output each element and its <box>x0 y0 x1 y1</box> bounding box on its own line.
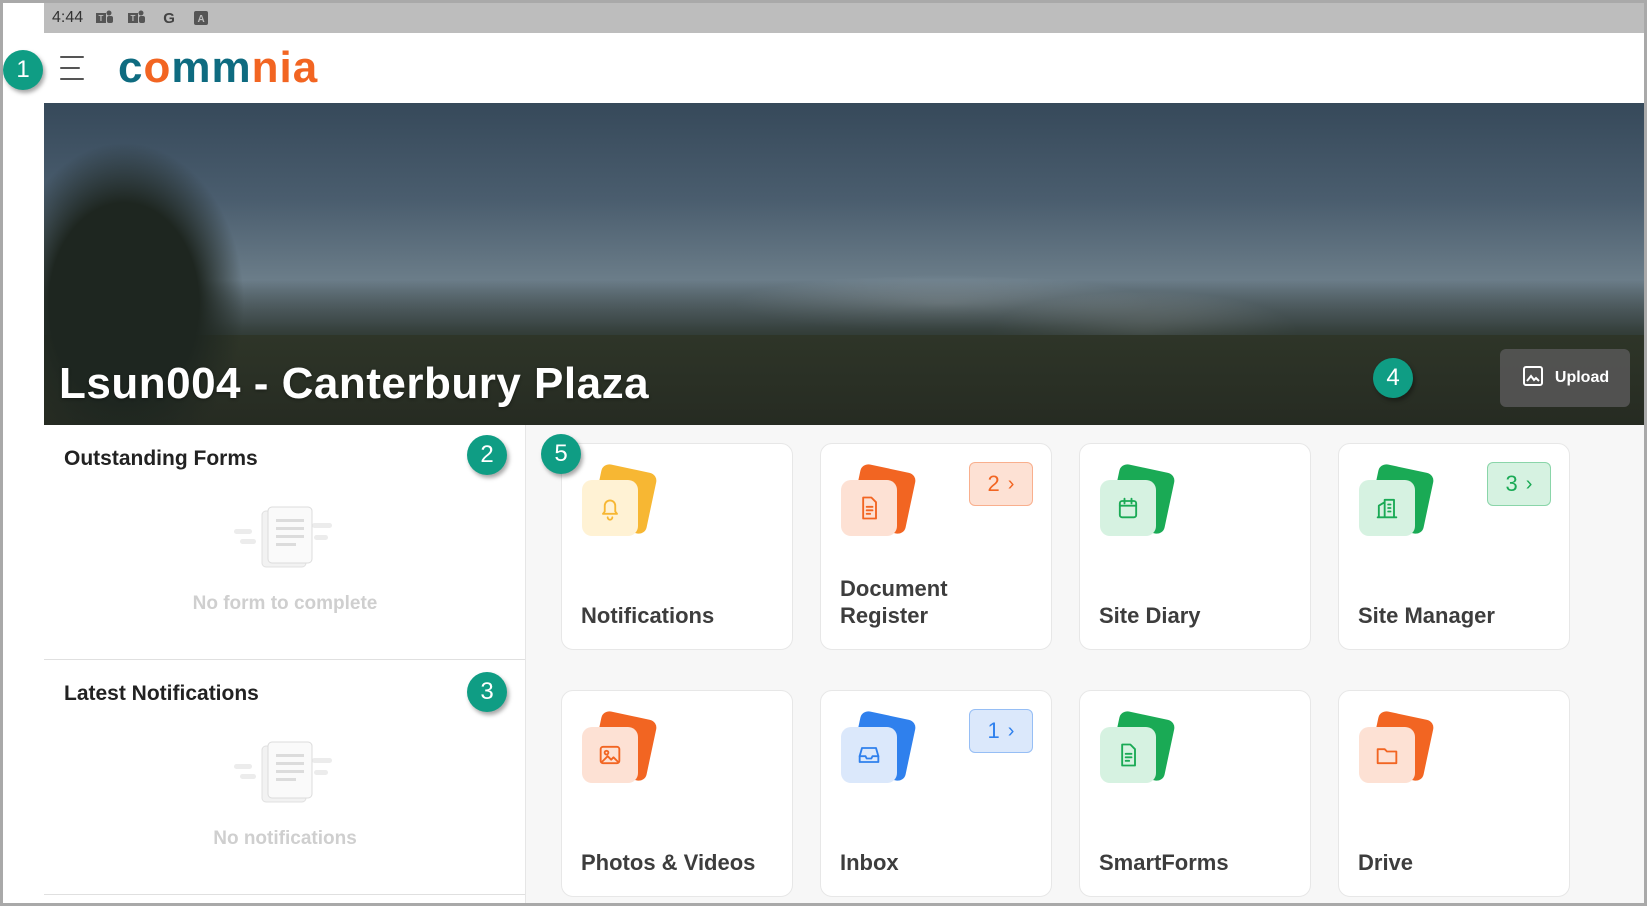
badge-count: 1 <box>987 718 1000 743</box>
callout-5: 5 <box>541 434 581 474</box>
project-title: Lsun004 - Canterbury Plaza <box>59 359 650 408</box>
a-box-icon: A <box>191 9 211 27</box>
document-icon <box>839 462 917 540</box>
latest-notifications-empty-text: No notifications <box>213 828 357 849</box>
outstanding-forms-section: Outstanding Forms No form to complete <box>44 425 525 660</box>
svg-text:T: T <box>131 14 136 23</box>
chevron-right-icon: › <box>1525 472 1533 495</box>
svg-text:T: T <box>99 14 104 23</box>
module-label: SmartForms <box>1099 849 1229 875</box>
module-tile-site-diary[interactable]: Site Diary <box>1079 443 1311 650</box>
badge-count: 3 <box>1505 471 1518 496</box>
module-label: Inbox <box>840 849 899 875</box>
commnia-logo[interactable]: commnia <box>118 46 318 90</box>
module-label: Site Manager <box>1358 602 1495 628</box>
upload-button[interactable]: Upload <box>1500 349 1630 407</box>
module-label: Site Diary <box>1099 602 1201 628</box>
outstanding-forms-title: Outstanding Forms <box>64 447 258 470</box>
status-bar: 4:44 T T G A <box>44 3 1644 33</box>
badge-count: 2 <box>987 471 1000 496</box>
bell-icon <box>580 462 658 540</box>
hamburger-menu-icon[interactable] <box>60 56 90 80</box>
callout-4: 4 <box>1373 358 1413 398</box>
folder-icon <box>1357 709 1435 787</box>
module-label: Document Register <box>840 576 948 628</box>
module-tile-notifications[interactable]: Notifications <box>561 443 793 650</box>
icon-face <box>1100 727 1156 783</box>
empty-document-icon <box>234 505 334 569</box>
module-tile-inbox[interactable]: 1 › Inbox <box>820 690 1052 897</box>
count-badge[interactable]: 2 › <box>969 462 1033 506</box>
image-icon <box>580 709 658 787</box>
app-header: commnia <box>44 33 1644 103</box>
left-panel: Outstanding Forms No form to complete La… <box>44 425 526 903</box>
upload-label: Upload <box>1554 369 1610 386</box>
icon-face <box>1359 727 1415 783</box>
latest-notifications-title: Latest Notifications <box>64 682 259 705</box>
outstanding-forms-empty-text: No form to complete <box>192 593 378 614</box>
icon-face <box>1359 480 1415 536</box>
chevron-right-icon: › <box>1007 472 1015 495</box>
module-tile-smartforms[interactable]: SmartForms <box>1079 690 1311 897</box>
module-label: Notifications <box>581 602 715 628</box>
status-time: 4:44 <box>52 9 84 26</box>
callout-3: 3 <box>467 672 507 712</box>
google-icon: G <box>163 9 175 27</box>
module-tile-site-manager[interactable]: 3 › Site Manager <box>1338 443 1570 650</box>
icon-face <box>582 480 638 536</box>
module-tile-photos-videos[interactable]: Photos & Videos <box>561 690 793 897</box>
chevron-right-icon: › <box>1007 719 1015 742</box>
latest-notifications-section: Latest Notifications No notifications <box>44 660 525 895</box>
count-badge[interactable]: 1 › <box>969 709 1033 753</box>
icon-face <box>582 727 638 783</box>
callout-1: 1 <box>3 50 43 90</box>
icon-face <box>1100 480 1156 536</box>
inbox-icon <box>839 709 917 787</box>
module-tile-document-register[interactable]: 2 › Document Register <box>820 443 1052 650</box>
module-tile-drive[interactable]: Drive <box>1338 690 1570 897</box>
form-icon <box>1098 709 1176 787</box>
module-label: Photos & Videos <box>581 849 756 875</box>
image-icon <box>1521 364 1545 393</box>
teams-icon: T <box>95 9 115 27</box>
svg-text:A: A <box>198 14 205 25</box>
teams-icon: T <box>127 9 147 27</box>
building-icon <box>1357 462 1435 540</box>
module-label: Drive <box>1358 849 1414 875</box>
callout-2: 2 <box>467 435 507 475</box>
empty-document-icon <box>234 740 334 804</box>
count-badge[interactable]: 3 › <box>1487 462 1551 506</box>
icon-face <box>841 727 897 783</box>
icon-face <box>841 480 897 536</box>
calendar-icon <box>1098 462 1176 540</box>
